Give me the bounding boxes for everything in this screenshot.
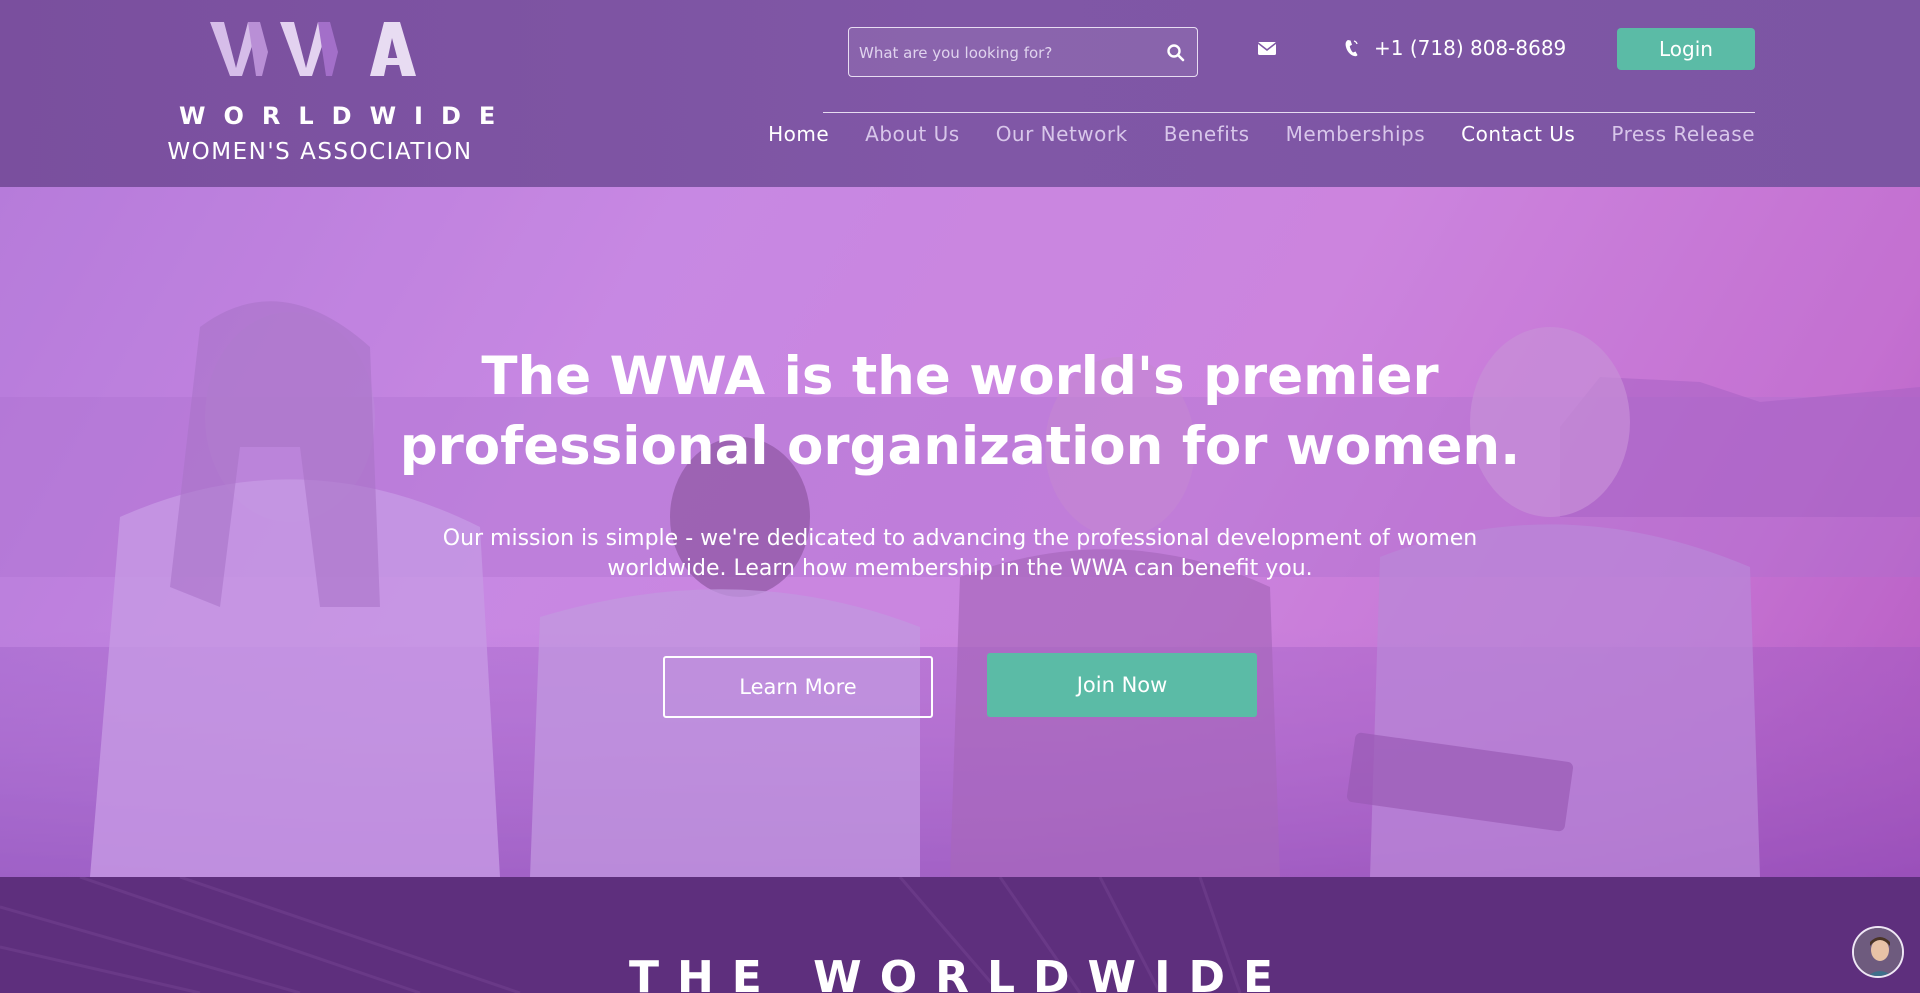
search-icon[interactable] <box>1165 42 1187 64</box>
learn-more-button[interactable]: Learn More <box>663 656 933 718</box>
wwa-logo-mark <box>210 22 416 76</box>
brand-logo[interactable]: WORLDWIDE WOMEN'S ASSOCIATION <box>165 20 514 170</box>
login-button[interactable]: Login <box>1617 28 1755 70</box>
nav-item-contact-us[interactable]: Contact Us <box>1461 122 1575 152</box>
phone-number[interactable]: +1 (718) 808-8689 <box>1374 36 1566 60</box>
hero-subtitle: Our mission is simple - we're dedicated … <box>440 524 1480 584</box>
nav-item-memberships[interactable]: Memberships <box>1286 122 1426 152</box>
hero-section: The WWA is the world's premier professio… <box>0 187 1920 877</box>
brand-line1: WORLDWIDE <box>179 102 514 130</box>
mail-icon[interactable] <box>1257 40 1277 56</box>
phone-icon[interactable] <box>1344 38 1360 58</box>
nav-item-press-release[interactable]: Press Release <box>1611 122 1755 152</box>
main-nav: Home About Us Our Network Benefits Membe… <box>740 122 1755 152</box>
worldwide-section: THE WORLDWIDE <box>0 877 1920 993</box>
chat-widget-avatar[interactable] <box>1852 926 1904 978</box>
site-header: WORLDWIDE WOMEN'S ASSOCIATION +1 (718) 8… <box>0 0 1920 187</box>
section-heading: THE WORLDWIDE <box>628 952 1292 993</box>
hero-title-line2: professional organization for women. <box>399 416 1521 477</box>
search-box <box>848 27 1198 77</box>
nav-item-about-us[interactable]: About Us <box>865 122 960 152</box>
hero-subtitle-line2: worldwide. Learn how membership in the W… <box>607 556 1313 581</box>
nav-item-home[interactable]: Home <box>768 122 829 152</box>
nav-divider <box>823 112 1755 113</box>
nav-item-our-network[interactable]: Our Network <box>996 122 1128 152</box>
search-input[interactable] <box>859 40 1149 66</box>
hero-subtitle-line1: Our mission is simple - we're dedicated … <box>442 526 1478 551</box>
nav-item-benefits[interactable]: Benefits <box>1164 122 1250 152</box>
hero-title-line1: The WWA is the world's premier <box>481 346 1439 407</box>
hero-title: The WWA is the world's premier professio… <box>360 342 1560 482</box>
join-now-button[interactable]: Join Now <box>987 653 1257 717</box>
brand-line2: WOMEN'S ASSOCIATION <box>167 139 473 165</box>
